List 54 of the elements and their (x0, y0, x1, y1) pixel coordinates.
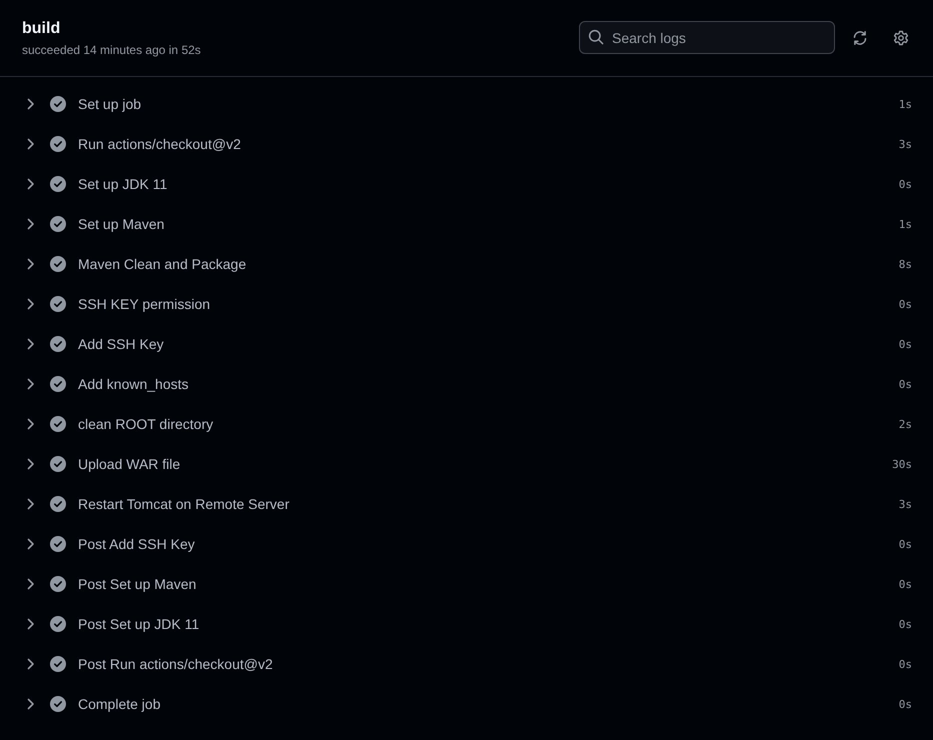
step-duration: 0s (898, 338, 912, 350)
job-summary: succeeded 14 minutes ago in 52s (22, 42, 201, 58)
job-title: build (22, 20, 62, 38)
step-row[interactable]: Set up JDK 11 0s (0, 164, 933, 204)
step-row[interactable]: Post Set up JDK 11 0s (0, 604, 933, 644)
step-duration: 0s (898, 618, 912, 630)
step-duration: 3s (898, 498, 912, 510)
step-duration: 0s (898, 578, 912, 590)
step-name: Add SSH Key (78, 336, 165, 352)
settings-icon (893, 30, 909, 46)
step-duration: 0s (898, 178, 912, 190)
step-row[interactable]: Post Add SSH Key 0s (0, 524, 933, 564)
refresh-icon (852, 30, 868, 46)
step-duration: 2s (898, 418, 912, 430)
step-row[interactable]: clean ROOT directory 2s (0, 404, 933, 444)
search-icon (588, 29, 604, 45)
step-duration: 0s (898, 658, 912, 670)
step-name: Set up Maven (78, 216, 166, 232)
step-name: Post Set up Maven (78, 576, 198, 592)
step-row[interactable]: Post Set up Maven 0s (0, 564, 933, 604)
step-row[interactable]: Upload WAR file 30s (0, 444, 933, 484)
step-duration: 0s (898, 698, 912, 710)
step-name: SSH KEY permission (78, 296, 212, 312)
step-name: Run actions/checkout@v2 (78, 136, 242, 152)
step-name: Post Add SSH Key (78, 536, 196, 552)
step-row[interactable]: Run actions/checkout@v2 3s (0, 124, 933, 164)
step-duration: 0s (898, 538, 912, 550)
step-name: Set up job (78, 96, 142, 112)
step-name: Post Run actions/checkout@v2 (78, 656, 274, 672)
step-duration: 8s (898, 258, 912, 270)
step-name: Post Set up JDK 11 (78, 616, 200, 632)
step-duration: 0s (898, 378, 912, 390)
step-name: Add known_hosts (78, 376, 190, 392)
step-row[interactable]: Add known_hosts 0s (0, 364, 933, 404)
step-name: clean ROOT directory (78, 416, 214, 432)
step-row[interactable]: Set up job 1s (0, 84, 933, 124)
step-row[interactable]: Restart Tomcat on Remote Server 3s (0, 484, 933, 524)
step-row[interactable]: SSH KEY permission 0s (0, 284, 933, 324)
step-row[interactable]: Complete job 0s (0, 684, 933, 724)
step-row[interactable]: Set up Maven 1s (0, 204, 933, 244)
step-row[interactable]: Post Run actions/checkout@v2 0s (0, 644, 933, 684)
step-duration: 30s (892, 458, 912, 470)
search-field[interactable]: Search logs (579, 21, 835, 54)
step-name: Upload WAR file (78, 456, 182, 472)
step-name: Maven Clean and Package (78, 256, 248, 272)
step-row[interactable]: Maven Clean and Package 8s (0, 244, 933, 284)
step-name: Set up JDK 11 (78, 176, 168, 192)
step-name: Restart Tomcat on Remote Server (78, 496, 290, 512)
step-name: Complete job (78, 696, 162, 712)
step-duration: 0s (898, 298, 912, 310)
step-duration: 1s (898, 218, 912, 230)
step-duration: 3s (898, 138, 912, 150)
step-duration: 1s (898, 98, 912, 110)
step-row[interactable]: Add SSH Key 0s (0, 324, 933, 364)
